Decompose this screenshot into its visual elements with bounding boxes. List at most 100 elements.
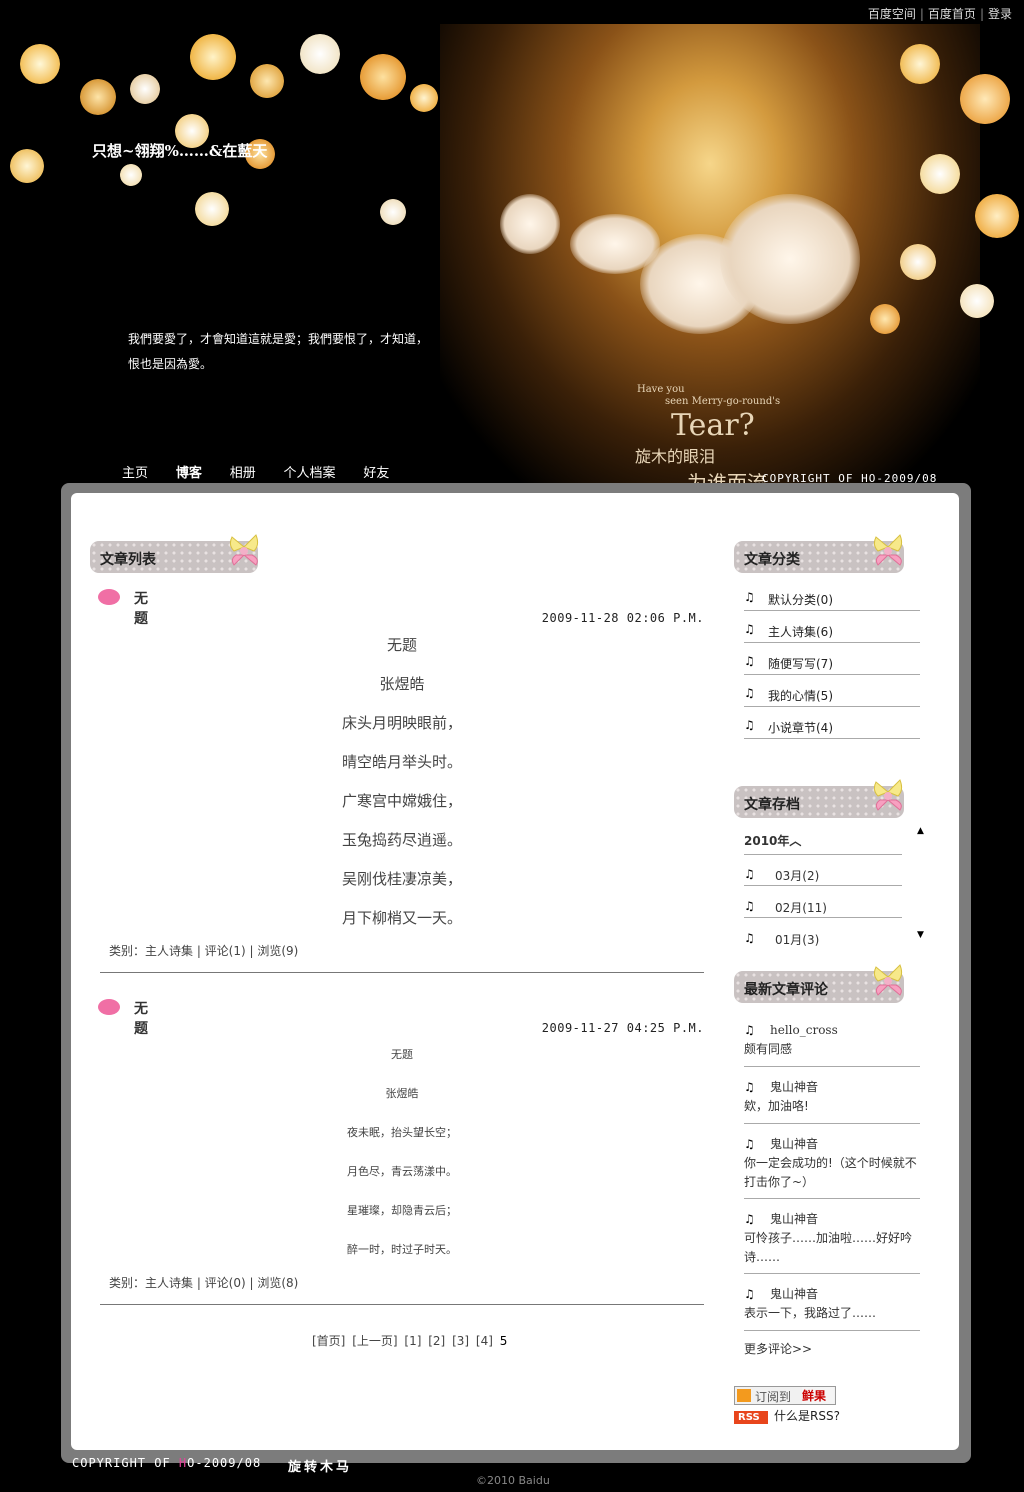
- music-note-icon: ♫: [744, 1080, 755, 1094]
- poem-line: 晴空皓月举头时。: [341, 753, 462, 771]
- article-list-heading-label: 文章列表: [100, 552, 156, 568]
- archive-month-item[interactable]: ♫ 01月(3): [744, 925, 902, 949]
- blog-header: 只想~翎翔%……&在藍天 我們要愛了，才會知道這就是愛；我們要恨了，才知道，恨也…: [0, 24, 1024, 490]
- pager-first[interactable]: [首页]: [312, 1334, 345, 1348]
- rss-feed-icon: [737, 1389, 751, 1402]
- pink-dot-icon: [98, 999, 120, 1015]
- comment-text[interactable]: 欸，加油咯!: [744, 1099, 809, 1113]
- comment-author[interactable]: 鬼山神音: [770, 1212, 818, 1226]
- scroll-up-arrow-icon[interactable]: ▲: [917, 826, 924, 836]
- comment-item: ♫ 鬼山神音 欸，加油咯!: [744, 1078, 920, 1124]
- post-meta[interactable]: 类别：主人诗集 | 评论(0) | 浏览(8): [109, 1274, 298, 1291]
- music-note-icon: ♫: [744, 622, 755, 636]
- banner-caption-cn1: 旋木的眼泪: [635, 447, 716, 466]
- post-divider: [100, 972, 704, 973]
- post-date: 2009-11-28 02:06 P.M.: [541, 611, 704, 625]
- banner-caption-line1: Have you: [637, 384, 685, 395]
- music-note-icon: ♫: [744, 1287, 755, 1301]
- music-note-icon: ♫: [744, 931, 755, 945]
- poem-line: 玉兔捣药尽逍遥。: [341, 831, 462, 849]
- xianguo-label: 鲜果: [802, 1387, 834, 1404]
- category-item[interactable]: ♫ 小说章节(4): [744, 713, 920, 739]
- comment-text[interactable]: 颇有同感: [744, 1042, 792, 1056]
- poem-line: 吴刚伐桂凄凉美，: [341, 870, 462, 888]
- pager-page-1[interactable]: [1]: [404, 1334, 421, 1348]
- music-note-icon: ♫: [744, 867, 755, 881]
- archive-month-item[interactable]: ♫ 03月(2): [744, 861, 902, 886]
- rss-help: RSS 什么是RSS?: [734, 1407, 840, 1424]
- archive-year-divider: [744, 854, 902, 855]
- pager-page-2[interactable]: [2]: [428, 1334, 445, 1348]
- poem-line: 无题: [391, 1048, 413, 1061]
- nav-profile[interactable]: 个人档案: [284, 462, 336, 481]
- comment-author[interactable]: hello_cross: [770, 1023, 838, 1037]
- rss-badge-icon[interactable]: RSS: [734, 1411, 768, 1424]
- login-link[interactable]: 登录: [988, 7, 1012, 21]
- baidu-home-link[interactable]: 百度首页: [928, 7, 976, 21]
- music-note-icon: ♫: [744, 1137, 755, 1151]
- music-note-icon: ♫: [744, 899, 755, 913]
- comment-text[interactable]: 你一定会成功的!（这个时候就不打击你了~）: [744, 1156, 917, 1189]
- blog-description: 我們要愛了，才會知道這就是愛；我們要恨了，才知道，恨也是因為愛。: [128, 332, 429, 371]
- category-item[interactable]: ♫ 随便写写(7): [744, 649, 920, 675]
- pagination: [首页] [上一页] [1] [2] [3] [4] 5: [312, 1332, 507, 1349]
- post-date: 2009-11-27 04:25 P.M.: [541, 1021, 704, 1035]
- banner-caption: Have you seen Merry-go-round's Tear? 旋木的…: [635, 384, 780, 490]
- subscribe-xianguo-button[interactable]: 订阅到 鲜果: [734, 1386, 836, 1405]
- pager-current: 5: [499, 1334, 508, 1348]
- poem-line: 张煜皓: [379, 675, 425, 693]
- nav-album[interactable]: 相册: [230, 462, 256, 481]
- post-title[interactable]: 无题: [134, 588, 148, 628]
- main-nav: 主页 博客 相册 个人档案 好友: [110, 462, 401, 481]
- pager-page-4[interactable]: [4]: [476, 1334, 493, 1348]
- post-meta[interactable]: 类别：主人诗集 | 评论(1) | 浏览(9): [109, 942, 298, 959]
- poem-line: 星璀璨，却隐青云后；: [347, 1204, 457, 1217]
- comment-item: ♫ 鬼山神音 你一定会成功的!（这个时候就不打击你了~）: [744, 1135, 920, 1199]
- more-comments-link[interactable]: 更多评论>>: [744, 1340, 812, 1357]
- category-item[interactable]: ♫ 我的心情(5): [744, 681, 920, 707]
- archive-month-item[interactable]: ♫ 02月(11): [744, 893, 902, 918]
- footer-title: 旋转木马: [288, 1460, 353, 1475]
- poem-line: 夜未眠，抬头望长空；: [347, 1126, 457, 1139]
- what-is-rss-link[interactable]: 什么是RSS?: [774, 1409, 840, 1423]
- comment-author[interactable]: 鬼山神音: [770, 1137, 818, 1151]
- banner-caption-tear: Tear?: [671, 408, 755, 443]
- scroll-down-arrow-icon[interactable]: ▼: [917, 930, 924, 940]
- comment-item: ♫ 鬼山神音 可怜孩子……加油啦……好好吟诗……: [744, 1210, 920, 1274]
- baidu-space-link[interactable]: 百度空间: [868, 7, 916, 21]
- post-title[interactable]: 无题: [134, 998, 148, 1038]
- archive-heading: 文章存档: [734, 779, 904, 818]
- category-item[interactable]: ♫ 主人诗集(6): [744, 617, 920, 643]
- post-body: 无题 张煜皓 床头月明映眼前， 晴空皓月举头时。 广寒宫中嫦娥住， 玉兔捣药尽逍…: [100, 634, 704, 946]
- pager-page-3[interactable]: [3]: [452, 1334, 469, 1348]
- subscribe-label: 订阅到: [755, 1390, 792, 1404]
- footer-copyright: COPYRIGHT OF HO-2009/08: [72, 1456, 262, 1470]
- archive-heading-label: 文章存档: [744, 797, 800, 813]
- top-links: 百度空间 | 百度首页 | 登录: [867, 7, 1012, 21]
- archive-year-toggle[interactable]: 2010年︿: [744, 832, 801, 849]
- pink-dot-icon: [98, 589, 120, 605]
- blog-title[interactable]: 只想~翎翔%……&在藍天: [92, 140, 267, 161]
- comment-text[interactable]: 可怜孩子……加油啦……好好吟诗……: [744, 1231, 912, 1264]
- nav-friends[interactable]: 好友: [363, 462, 389, 481]
- nav-blog[interactable]: 博客: [176, 462, 202, 481]
- poem-line: 月下柳梢又一天。: [341, 909, 462, 927]
- ribbon-bow-icon: [229, 534, 259, 566]
- categories-heading: 文章分类: [734, 534, 904, 573]
- poem-line: 床头月明映眼前，: [341, 714, 462, 732]
- comment-author[interactable]: 鬼山神音: [770, 1287, 818, 1301]
- post-divider: [100, 1304, 704, 1305]
- comment-text[interactable]: 表示一下，我路过了……: [744, 1306, 876, 1320]
- comments-heading-label: 最新文章评论: [744, 982, 828, 998]
- article-list-heading: 文章列表: [90, 534, 259, 573]
- nav-home[interactable]: 主页: [122, 462, 148, 481]
- music-note-icon: ♫: [744, 1212, 755, 1226]
- poem-line: 张煜皓: [385, 1087, 419, 1100]
- comment-author[interactable]: 鬼山神音: [770, 1080, 818, 1094]
- category-item[interactable]: ♫ 默认分类(0): [744, 585, 920, 611]
- baidu-copyright: ©2010 Baidu: [476, 1474, 550, 1487]
- music-note-icon: ♫: [744, 686, 755, 700]
- pager-prev[interactable]: [上一页]: [352, 1334, 397, 1348]
- categories-heading-label: 文章分类: [744, 552, 800, 568]
- music-note-icon: ♫: [744, 590, 755, 604]
